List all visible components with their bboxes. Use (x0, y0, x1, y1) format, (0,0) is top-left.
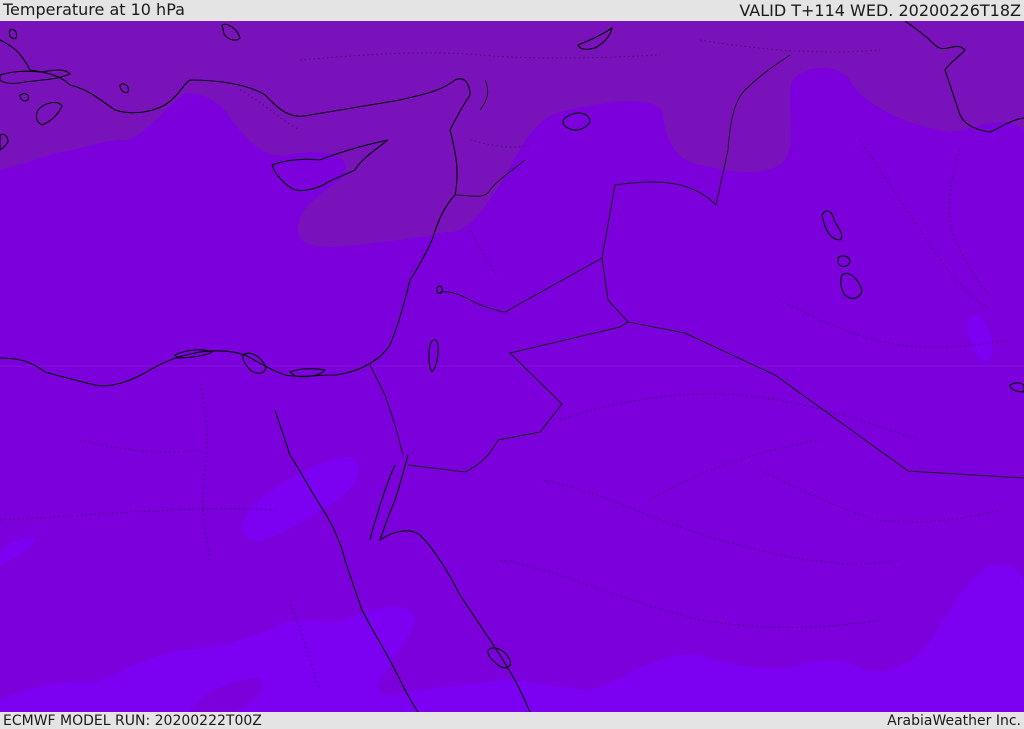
map-canvas (0, 21, 1024, 712)
valid-time: VALID T+114 WED. 20200226T18Z (739, 1, 1021, 20)
map-footer: ECMWF MODEL RUN: 20200222T00Z ArabiaWeat… (0, 712, 1024, 729)
credit-text: ArabiaWeather Inc. (887, 712, 1021, 729)
map-title: Temperature at 10 hPa (3, 0, 185, 19)
map-area[interactable] (0, 21, 1024, 712)
model-run: ECMWF MODEL RUN: 20200222T00Z (3, 712, 262, 729)
map-header: Temperature at 10 hPa VALID T+114 WED. 2… (0, 0, 1024, 21)
